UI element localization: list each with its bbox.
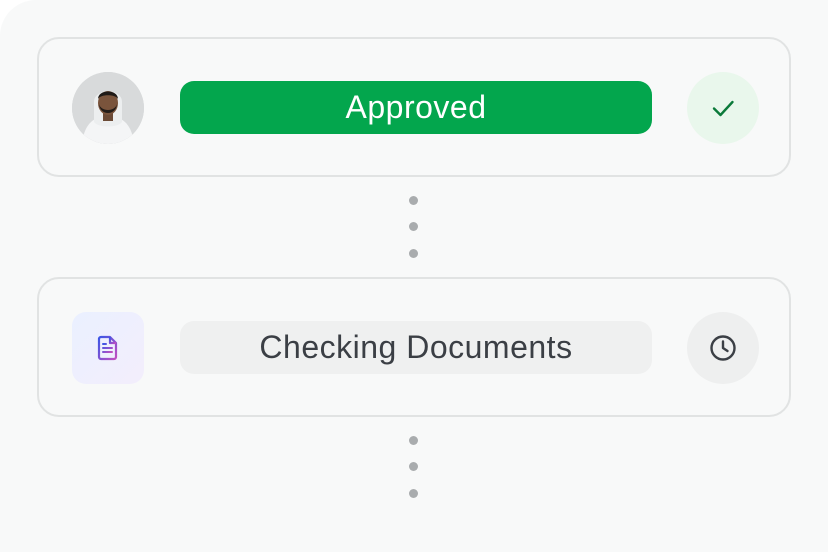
clock-icon bbox=[710, 335, 736, 361]
workflow-canvas: Approved Checking Documents bbox=[0, 0, 828, 552]
status-pill-checking: Checking Documents bbox=[180, 321, 652, 374]
step-card-checking: Checking Documents bbox=[37, 277, 791, 417]
check-icon bbox=[712, 100, 734, 117]
document-icon bbox=[97, 335, 118, 361]
document-tile bbox=[72, 312, 144, 384]
step-card-approved: Approved bbox=[37, 37, 791, 177]
step-label: Approved bbox=[345, 89, 487, 125]
step-label: Checking Documents bbox=[259, 329, 573, 365]
status-pill-approved: Approved bbox=[180, 81, 652, 134]
approved-status-indicator bbox=[687, 72, 759, 144]
pending-status-indicator bbox=[687, 312, 759, 384]
user-avatar bbox=[72, 72, 144, 144]
